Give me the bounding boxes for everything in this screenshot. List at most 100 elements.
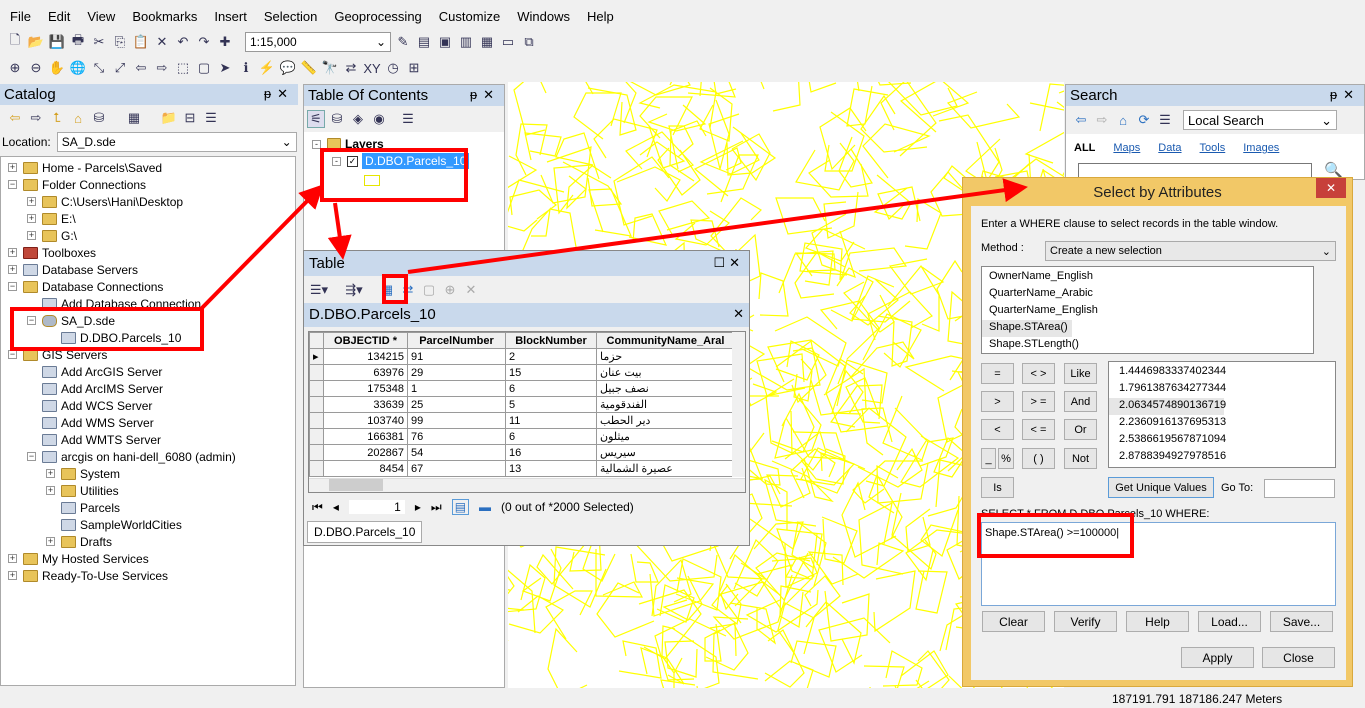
tree-item[interactable]: + Utilities xyxy=(46,482,119,499)
paste-icon[interactable]: 📋 xyxy=(132,33,150,51)
time-slider-icon[interactable]: ◷ xyxy=(384,59,402,77)
tree-item[interactable]: Add WMS Server xyxy=(27,414,154,431)
operator-button[interactable]: Like xyxy=(1064,363,1097,384)
search-tab-tools[interactable]: Tools xyxy=(1200,142,1226,154)
field-item[interactable]: Shape.STArea() xyxy=(982,320,1072,337)
table-cell[interactable]: 13 xyxy=(505,460,597,477)
operator-button[interactable]: ( ) xyxy=(1022,448,1055,469)
go-to-xy-icon[interactable]: XY xyxy=(363,59,381,77)
get-unique-values-button[interactable]: Get Unique Values xyxy=(1108,477,1214,498)
table-cell[interactable]: 103740 xyxy=(323,412,408,429)
related-tables-icon[interactable]: ⇶▾ xyxy=(345,281,363,299)
expand-toggle-icon[interactable]: + xyxy=(46,537,55,546)
table-cell[interactable]: بيت عنان xyxy=(596,364,735,381)
expand-toggle-icon[interactable]: + xyxy=(27,197,36,206)
pin-close-controls[interactable]: ᵽ✕ xyxy=(470,87,500,104)
row-selector[interactable] xyxy=(309,380,324,397)
pin-close-controls[interactable]: ᵽ✕ xyxy=(1330,87,1360,104)
default-gdb-icon[interactable]: ⛁ xyxy=(90,109,108,127)
list-by-visibility-icon[interactable]: ◈ xyxy=(349,110,367,128)
verify-button[interactable]: Verify xyxy=(1054,611,1117,632)
table-row[interactable]: 33639 25 5 الفندقومية xyxy=(309,396,735,413)
column-header[interactable]: OBJECTID * xyxy=(323,332,408,349)
field-item[interactable]: QuarterName_Arabic xyxy=(982,286,1313,303)
table-cell[interactable]: 25 xyxy=(407,396,506,413)
expand-toggle-icon[interactable]: + xyxy=(46,469,55,478)
location-input[interactable]: SA_D.sde ⌄ xyxy=(56,132,297,152)
save-button[interactable]: Save... xyxy=(1270,611,1333,632)
table-cell[interactable]: سيريس xyxy=(596,444,735,461)
clear-button[interactable]: Clear xyxy=(982,611,1045,632)
column-header[interactable]: ParcelNumber xyxy=(407,332,506,349)
menu-view[interactable]: View xyxy=(77,6,122,28)
table-cell[interactable]: 6 xyxy=(505,428,597,445)
table-cell[interactable]: 91 xyxy=(407,348,506,365)
tree-item[interactable]: + Home - Parcels\Saved xyxy=(8,159,162,176)
table-cell[interactable]: ميثلون xyxy=(596,428,735,445)
table-row[interactable]: 103740 99 11 دير الحطب xyxy=(309,412,735,429)
expand-toggle-icon[interactable]: + xyxy=(8,265,17,274)
load-button[interactable]: Load... xyxy=(1198,611,1261,632)
menu-insert[interactable]: Insert xyxy=(204,6,254,28)
html-popup-icon[interactable]: 💬 xyxy=(279,59,297,77)
operator-button[interactable]: < xyxy=(981,419,1014,440)
menu-geoprocessing[interactable]: Geoprocessing xyxy=(324,6,428,28)
find-icon[interactable]: 🔭 xyxy=(321,59,339,77)
zoom-out-icon[interactable]: ⊖ xyxy=(27,59,45,77)
zoom-to-selected-icon[interactable]: ⊕ xyxy=(441,281,459,299)
find-route-icon[interactable]: ⇄ xyxy=(342,59,360,77)
horizontal-scrollbar[interactable] xyxy=(309,478,745,492)
tree-item[interactable]: + Toolboxes xyxy=(8,244,96,261)
modelbuilder-icon[interactable]: ⧉ xyxy=(520,33,538,51)
tree-item[interactable]: Add WMTS Server xyxy=(27,431,161,448)
expand-toggle-icon[interactable]: − xyxy=(8,350,17,359)
tree-item[interactable]: − Database Connections xyxy=(8,278,163,295)
tree-item[interactable]: + E:\ xyxy=(27,210,76,227)
close-icon[interactable]: ✕ xyxy=(733,306,744,324)
search-tab-data[interactable]: Data xyxy=(1158,142,1181,154)
field-item[interactable]: Shape.STLength() xyxy=(982,337,1313,354)
expand-toggle-icon[interactable]: + xyxy=(8,248,17,257)
search-tab-all[interactable]: ALL xyxy=(1074,142,1095,154)
table-tab[interactable]: D.DBO.Parcels_10 xyxy=(307,521,423,543)
hyperlink-icon[interactable]: ⚡ xyxy=(258,59,276,77)
table-cell[interactable]: 15 xyxy=(505,364,597,381)
full-extent-icon[interactable]: 🌐 xyxy=(69,59,87,77)
operator-button[interactable]: > xyxy=(981,391,1014,412)
go-to-input[interactable] xyxy=(1264,479,1335,498)
close-icon[interactable]: ✕ xyxy=(1316,178,1346,198)
value-item[interactable]: 2.5386619567871094 xyxy=(1109,432,1335,449)
fixed-zoom-out-icon[interactable]: ⤢ xyxy=(111,59,129,77)
table-cell[interactable]: عصيرة الشمالية xyxy=(596,460,735,477)
up-one-level-icon[interactable]: ⮤ xyxy=(48,109,66,127)
tree-item[interactable]: Add WCS Server xyxy=(27,397,152,414)
search-window-icon[interactable]: ▥ xyxy=(457,33,475,51)
apply-button[interactable]: Apply xyxy=(1181,647,1254,668)
new-icon[interactable]: 🗋 xyxy=(6,32,24,51)
home-icon[interactable]: ⌂ xyxy=(1114,111,1132,129)
table-cell[interactable]: 1 xyxy=(407,380,506,397)
table-cell[interactable]: دير الحطب xyxy=(596,412,735,429)
value-item[interactable]: 2.2360916137695313 xyxy=(1109,415,1335,432)
toc-window-icon[interactable]: ▤ xyxy=(415,33,433,51)
operator-button[interactable]: Not xyxy=(1064,448,1097,469)
help-button[interactable]: Help xyxy=(1126,611,1189,632)
last-record-icon[interactable]: ⏭ xyxy=(431,500,442,515)
tree-item[interactable]: + System xyxy=(46,465,120,482)
table-cell[interactable]: 54 xyxy=(407,444,506,461)
redo-icon[interactable]: ↷ xyxy=(195,33,213,51)
tree-item[interactable]: SampleWorldCities xyxy=(46,516,182,533)
clear-selection-icon[interactable]: ▢ xyxy=(420,281,438,299)
menu-edit[interactable]: Edit xyxy=(38,6,77,28)
operator-button[interactable]: And xyxy=(1064,391,1097,412)
field-item[interactable]: QuarterName_English xyxy=(982,303,1313,320)
forward-icon[interactable]: ⇨ xyxy=(27,109,45,127)
table-cell[interactable]: 6 xyxy=(505,380,597,397)
expand-toggle-icon[interactable]: + xyxy=(46,486,55,495)
tree-item[interactable]: + C:\Users\Hani\Desktop xyxy=(27,193,183,210)
show-selected-records-icon[interactable]: ▬ xyxy=(479,500,491,514)
operator-button[interactable]: Is xyxy=(981,477,1014,498)
operator-button[interactable]: Or xyxy=(1064,419,1097,440)
unique-values-list[interactable]: 1.4446983337402344 1.7961387634277344 2.06… xyxy=(1108,361,1336,468)
table-row[interactable]: 175348 1 6 نصف جبيل xyxy=(309,380,735,397)
